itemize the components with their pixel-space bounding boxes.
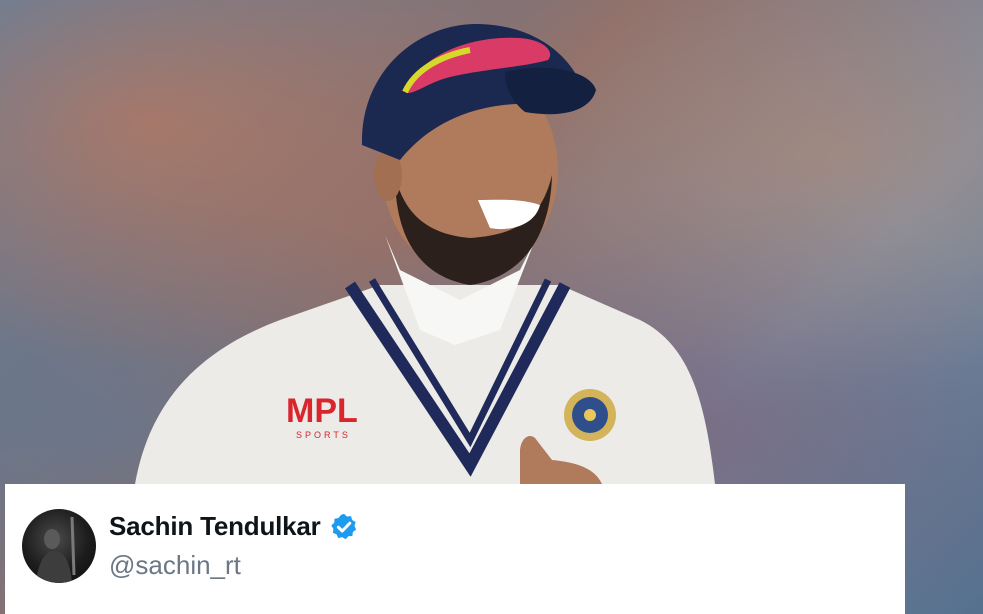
avatar-silhouette-icon [36, 516, 76, 583]
author-name[interactable]: Sachin Tendulkar [109, 511, 321, 542]
author-handle[interactable]: @sachin_rt [109, 550, 241, 581]
verified-badge-icon [330, 513, 356, 539]
mpl-logo-subtext: SPORTS [296, 430, 351, 440]
avatar[interactable] [22, 509, 96, 583]
tweet-author-card: Sachin Tendulkar @sachin_rt [5, 484, 905, 614]
mpl-logo-text: MPL [286, 392, 358, 430]
author-name-row: Sachin Tendulkar [109, 511, 359, 542]
